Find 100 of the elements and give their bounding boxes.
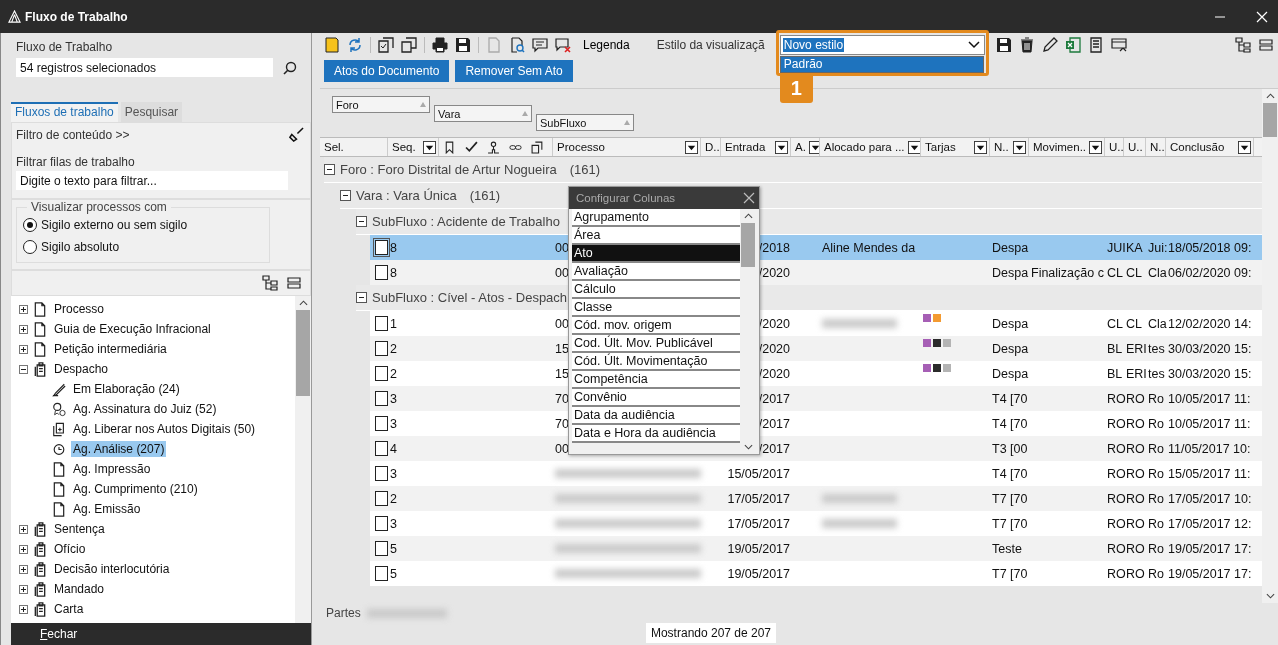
tab[interactable]: Fluxos de trabalho [11, 102, 118, 122]
table-row[interactable]: 3 15/05/2017 T4 [70 RORO Ro 15/05/2017 11: [370, 461, 1262, 486]
radio-button[interactable] [23, 218, 37, 232]
column-header[interactable]: Sel. [320, 138, 388, 156]
expand-icon[interactable] [19, 364, 28, 374]
scroll-thumb[interactable] [1263, 103, 1277, 137]
row-checkbox[interactable] [375, 391, 388, 406]
pencil-icon[interactable] [1041, 37, 1058, 53]
collapse-icon[interactable] [356, 292, 367, 303]
refresh-icon[interactable] [347, 37, 363, 53]
column-header[interactable]: Entrada [721, 138, 791, 156]
column-header[interactable]: Processo [553, 138, 701, 156]
column-option[interactable]: Competência [572, 371, 740, 389]
row-checkbox[interactable] [375, 441, 388, 456]
row-checkbox[interactable] [375, 341, 388, 356]
scroll-thumb[interactable] [741, 223, 755, 267]
tab[interactable]: Pesquisar [120, 102, 183, 122]
row-checkbox[interactable] [375, 416, 388, 431]
column-option[interactable]: Cód. Últ. Movimentação [572, 353, 740, 371]
expand-icon[interactable] [19, 544, 28, 554]
people-icon[interactable] [487, 140, 500, 154]
comment-icon[interactable] [532, 37, 548, 53]
tree-item[interactable]: Carta [52, 601, 86, 617]
document-search-icon[interactable] [509, 37, 525, 53]
group-chip[interactable]: Foro [332, 96, 430, 113]
search-icon[interactable] [283, 60, 297, 75]
note-icon[interactable] [324, 37, 340, 53]
dropdown-icon[interactable] [1089, 140, 1103, 154]
tree-item[interactable]: Ag. Emissão [71, 501, 143, 517]
expand-icon[interactable] [19, 564, 28, 574]
tree-item[interactable]: Em Elaboração (24) [71, 381, 182, 397]
collapse-icon[interactable] [340, 190, 351, 201]
expand-icon[interactable] [19, 344, 28, 354]
column-option[interactable]: Data da audiência [572, 407, 740, 425]
scroll-down-icon[interactable] [1265, 593, 1275, 599]
dropdown-icon[interactable] [1238, 140, 1251, 154]
scrollbar[interactable] [1262, 89, 1278, 603]
scroll-down-icon[interactable] [743, 444, 753, 450]
table-row[interactable]: 2 17/05/2017 T7 [70 RORO Ro 17/05/2017 10: [370, 486, 1262, 511]
document-icon[interactable] [1087, 37, 1104, 53]
row-checkbox[interactable] [375, 366, 388, 381]
dropdown-icon[interactable] [974, 140, 987, 154]
group-chip[interactable]: Vara [434, 105, 532, 122]
close-button[interactable]: Fechar [11, 623, 311, 645]
scroll-thumb[interactable] [296, 310, 310, 396]
column-option[interactable]: Data e Hora da audiência [572, 425, 740, 443]
selection-field[interactable]: 54 registros selecionados [16, 58, 273, 77]
column-option[interactable]: Convênio [572, 389, 740, 407]
table-row[interactable]: 3 17/05/2017 T7 [70 RORO Ro 17/05/2017 12: [370, 511, 1262, 536]
row-checkbox[interactable] [375, 541, 388, 556]
expand-icon[interactable] [19, 324, 28, 334]
column-header[interactable]: Tarjas [921, 138, 990, 156]
tree-item[interactable]: Processo [52, 301, 107, 317]
column-header[interactable]: U.. [1124, 138, 1146, 156]
expand-icon[interactable] [19, 524, 28, 534]
tree-item[interactable]: Petição intermediária [52, 341, 169, 357]
save-icon[interactable] [995, 37, 1012, 53]
row-checkbox[interactable] [375, 240, 388, 255]
tree-item[interactable]: Ag. Cumprimento (210) [71, 481, 200, 497]
column-header[interactable]: N.. [1146, 138, 1166, 156]
dropdown-icon[interactable] [907, 140, 920, 154]
row-checkbox[interactable] [375, 316, 388, 331]
scroll-up-icon[interactable] [743, 213, 753, 219]
dropdown-icon[interactable] [423, 140, 436, 154]
tree-icon[interactable] [1235, 37, 1251, 53]
dropdown-option[interactable]: Padrão [780, 57, 983, 72]
copy-icon[interactable] [401, 37, 417, 53]
row-checkbox[interactable] [375, 516, 388, 531]
expand-icon[interactable] [19, 604, 28, 614]
tree-item[interactable]: Despacho [52, 361, 111, 377]
dropdown-icon[interactable] [1013, 140, 1026, 154]
scrollbar[interactable] [295, 296, 311, 623]
row-checkbox[interactable] [375, 466, 388, 481]
column-header[interactable]: Alocado para ... [820, 138, 921, 156]
trash-icon[interactable] [1018, 37, 1035, 53]
radio-label[interactable]: Sigilo absoluto [41, 240, 120, 254]
check-icon[interactable] [465, 140, 478, 154]
collapse-all-icon[interactable] [286, 275, 302, 291]
copy-icon[interactable] [531, 140, 544, 154]
row-checkbox[interactable] [375, 265, 388, 280]
column-header[interactable]: Seq. [388, 138, 439, 156]
column-option[interactable]: Cód. mov. origem [572, 317, 740, 335]
collapse-all-icon[interactable] [1258, 37, 1274, 53]
collapse-icon[interactable] [324, 164, 335, 175]
radio-button[interactable] [23, 240, 37, 254]
legend-button[interactable]: Legenda [578, 38, 630, 52]
column-option[interactable]: Agrupamento [572, 209, 740, 227]
dropdown-icon[interactable] [775, 140, 788, 154]
scroll-up-icon[interactable] [298, 300, 308, 306]
bookmark-icon[interactable] [443, 140, 456, 154]
tree-item[interactable]: Mandado [52, 581, 107, 597]
tree-item[interactable]: Ag. Liberar nos Autos Digitais (50) [71, 421, 258, 437]
tree-icon[interactable] [262, 275, 278, 291]
expand-icon[interactable] [19, 304, 28, 314]
tree-item[interactable]: Ag. Impressão [71, 461, 153, 477]
tree-item[interactable]: Sentença [52, 521, 107, 537]
action-button[interactable]: Remover Sem Ato [455, 60, 573, 82]
caret-icon[interactable] [967, 41, 980, 49]
column-option[interactable]: Cod. Últ. Mov. Publicável [572, 335, 740, 353]
scroll-up-icon[interactable] [1265, 93, 1275, 99]
